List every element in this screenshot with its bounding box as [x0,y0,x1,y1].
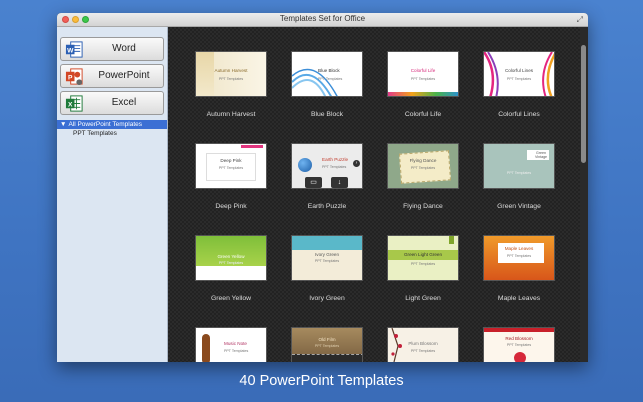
slide-title: Green Vintage [534,151,548,159]
template-thumbnail[interactable]: Colorful Lines PPT Templates [483,51,555,97]
word-label: Word [112,43,136,54]
window-title: Templates Set for Office [279,14,366,23]
tree-item-label: All PowerPoint Templates [68,121,143,128]
slide-subtitle: PPT Templates [218,261,244,265]
template-thumbnail[interactable]: Earth Puzzle PPT Templates ▭ ↓ › [291,143,363,189]
tree-item-ppt-templates[interactable]: PPT Templates [73,130,117,137]
template-thumbnail[interactable]: Plum Blossom PPT Templates [387,327,459,362]
slide-title: Flying Dance [409,158,437,163]
fullscreen-icon[interactable]: ⤢ [577,15,583,25]
word-button[interactable]: W Word [60,37,164,61]
slide-title: Plum Blossom [408,341,438,346]
slide-subtitle: PPT Templates [314,259,340,263]
download-icon[interactable]: ↓ [331,177,348,188]
template-thumbnail[interactable]: Old Film PPT Templates [291,327,363,362]
sidebar: W Word P PowerPoint X Excel ▼ All PowerP… [57,27,168,362]
slide-title: Blue Block [318,68,340,73]
slide-title: Green Light Green [403,252,443,257]
template-name: Colorful Lines [498,111,540,118]
template-thumbnail[interactable]: Maple Leaves PPT Templates [483,235,555,281]
slide-subtitle: PPT Templates [506,254,532,258]
template-thumbnail[interactable]: Autumn Harvest PPT Templates [195,51,267,97]
svg-text:W: W [67,47,74,54]
template-name: Green Vintage [497,203,541,210]
slide-subtitle: PPT Templates [410,77,436,81]
template-name: Colorful Life [404,111,442,118]
slide-title: Music Note [224,341,247,346]
earth-globe-icon [298,158,312,172]
slide-subtitle: PPT Templates [410,262,436,266]
slide-subtitle: PPT Templates [318,77,343,81]
promo-caption: 40 PowerPoint Templates [239,373,404,389]
excel-icon: X [65,95,83,112]
slide-title: Colorful Lines [504,68,534,73]
scrollbar-thumb[interactable] [581,45,586,163]
slide-subtitle: PPT Templates [506,343,532,347]
slide-title: Ivory Green [315,252,339,257]
blossom-icon [514,352,526,362]
slide-title: Old Film [318,337,336,342]
template-name: Earth Puzzle [307,203,347,210]
template-thumbnail[interactable]: Green Vintage PPT Templates [483,143,555,189]
slide-subtitle: PPT Templates [224,349,249,353]
disclosure-triangle-icon[interactable]: ▼ [60,120,66,129]
color-lines-graphic [484,52,554,96]
template-thumbnail[interactable]: Deep Pink PPT Templates [195,143,267,189]
template-name: Maple Leaves [497,295,541,302]
slide-subtitle: PPT Templates [218,166,244,170]
template-grid: Autumn Harvest PPT Templates Blue Block … [168,27,580,362]
template-name: Deep Pink [215,203,247,210]
slide-title: Colorful Life [410,68,436,73]
svg-text:X: X [68,101,73,108]
title-bar: Templates Set for Office ⤢ [57,13,588,27]
violin-icon [202,334,210,362]
template-thumbnail[interactable]: Flying Dance PPT Templates [387,143,459,189]
template-thumbnail[interactable]: Green Yellow PPT Templates [195,235,267,281]
slide-title: Maple Leaves [504,246,534,251]
slide-title: Deep Pink [220,158,242,163]
powerpoint-button[interactable]: P PowerPoint [60,64,164,88]
slide-subtitle: PPT Templates [314,344,340,348]
slide-subtitle: PPT Templates [506,171,532,175]
slide-title: Green Yellow [217,254,245,259]
slide-subtitle: PPT Templates [218,77,244,81]
template-thumbnail[interactable]: Blue Block PPT Templates [291,51,363,97]
template-thumbnail[interactable]: Green Light Green PPT Templates [387,235,459,281]
slide-subtitle: PPT Templates [506,77,532,81]
powerpoint-label: PowerPoint [98,70,150,81]
template-name: Light Green [405,295,441,302]
template-thumbnail[interactable]: Music Note PPT Templates [195,327,267,362]
word-icon: W [65,41,83,58]
template-name: Green Yellow [210,295,252,302]
slide-subtitle: PPT Templates [410,166,436,170]
template-name: Blue Block [310,111,344,118]
template-name: Flying Dance [403,203,443,210]
wave-lines-graphic [292,68,338,96]
app-window: Templates Set for Office ⤢ W Word P Powe… [57,13,588,362]
template-thumbnail[interactable]: Colorful Life PPT Templates [387,51,459,97]
slide-title: Autumn Harvest [214,68,248,73]
slide-subtitle: PPT Templates [410,349,436,353]
template-thumbnail[interactable]: Ivory Green PPT Templates [291,235,363,281]
template-thumbnail[interactable]: Red Blossom PPT Templates [483,327,555,362]
vertical-scrollbar[interactable] [580,27,588,362]
next-arrow-icon[interactable]: › [353,160,360,167]
template-name: Autumn Harvest [206,111,256,118]
excel-button[interactable]: X Excel [60,91,164,115]
open-folder-icon[interactable]: ▭ [305,177,322,188]
excel-label: Excel [111,97,137,108]
slide-title: Red Blossom [505,336,533,341]
tree-item-all-powerpoint[interactable]: ▼ All PowerPoint Templates [57,120,167,129]
powerpoint-icon: P [65,68,83,86]
template-name: Ivory Green [309,295,345,302]
svg-text:P: P [68,74,73,81]
